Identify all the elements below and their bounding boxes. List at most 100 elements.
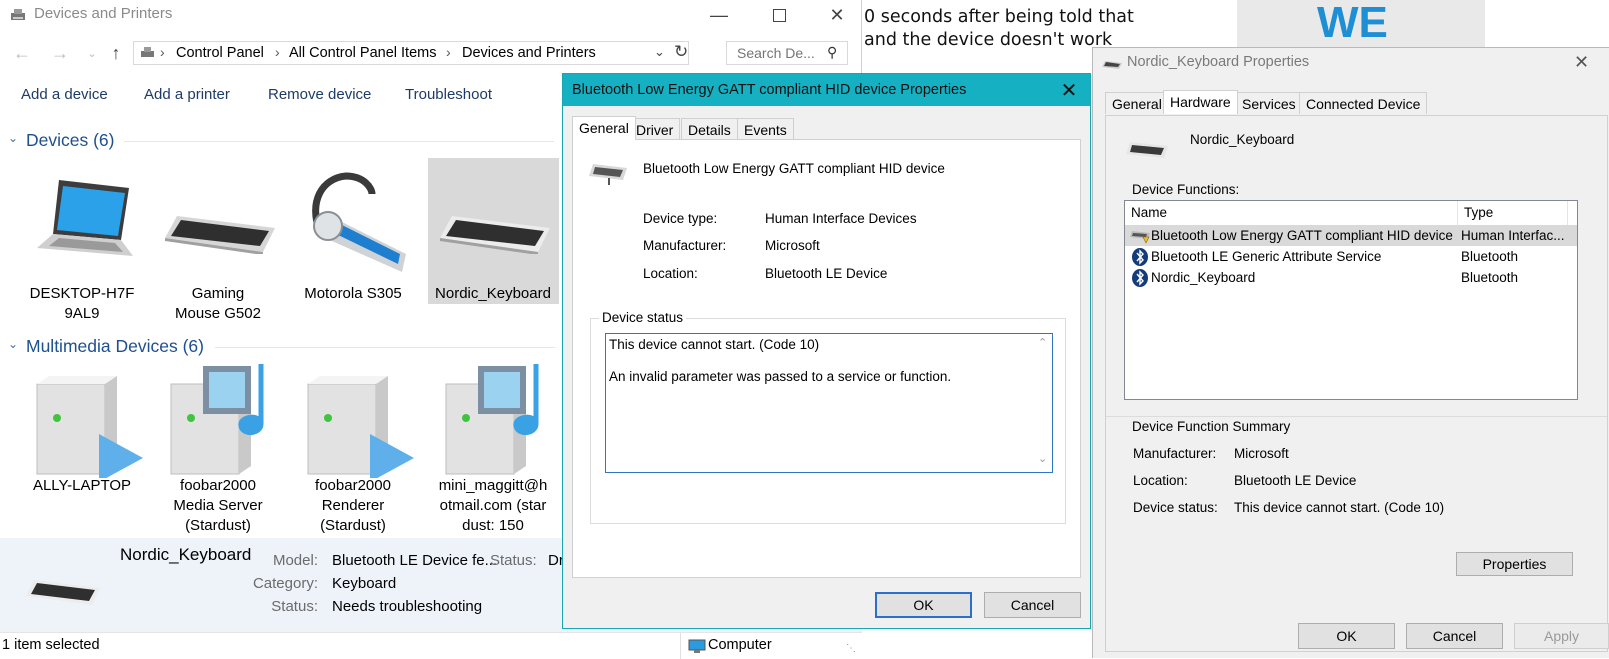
media-server-icon [445,364,539,475]
close-button[interactable]: ✕ [814,0,860,30]
search-input[interactable] [735,44,825,62]
ok-button[interactable]: OK [1298,623,1395,649]
group-heading-devices[interactable]: Devices (6) [26,130,115,151]
remove-device-button[interactable]: Remove device [268,86,371,103]
tab-details[interactable]: Details [681,118,738,140]
summary-status-value: This device cannot start. (Code 10) [1234,500,1445,515]
media-device-tile[interactable]: ALLY-LAPTOP [17,362,147,538]
cancel-button[interactable]: Cancel [1406,623,1503,649]
device-status-legend: Device status [599,310,687,325]
chevron-down-icon[interactable]: ⌄ [654,44,665,60]
device-status-textbox[interactable]: This device cannot start. (Code 10) An i… [605,333,1053,473]
list-item[interactable]: Bluetooth LE Generic Attribute Service B… [1125,246,1577,267]
keyboard-icon [26,580,100,605]
tab-driver[interactable]: Driver [629,118,681,140]
hardware-tab-panel: Nordic_Keyboard Device Functions: Name T… [1105,115,1608,652]
summary-manufacturer-label: Manufacturer: [1133,446,1217,461]
group-heading-multimedia[interactable]: Multimedia Devices (6) [26,336,204,357]
breadcrumb-control-panel[interactable]: Control Panel [176,45,264,61]
maximize-button[interactable] [756,0,802,30]
scrollbar[interactable]: ⌃ ⌄ [1035,336,1052,470]
tab-events[interactable]: Events [737,118,794,140]
status-divider [680,633,681,659]
up-button[interactable]: ↑ [104,38,128,68]
media-device-tile[interactable]: foobar2000 Renderer (Stardust) [288,362,418,538]
manufacturer-value: Microsoft [765,238,820,253]
details-model-value: Bluetooth LE Device fe... [332,552,498,569]
search-box[interactable]: ⚲ [726,41,848,65]
device-tile[interactable]: Motorola S305 [288,158,418,306]
summary-manufacturer-value: Microsoft [1234,446,1289,461]
maximize-icon [772,8,786,22]
tab-hardware[interactable]: Hardware [1163,90,1238,114]
chevron-down-icon[interactable]: ⌄ [8,337,18,351]
apply-button[interactable]: Apply [1514,623,1609,649]
location-value: Bluetooth LE Device [765,266,888,281]
properties-button[interactable]: Properties [1456,552,1573,576]
device-label: Gaming Mouse G502 [175,285,261,322]
status-bar: 1 item selected Computer ⋱ [0,632,862,659]
device-tile[interactable]: DESKTOP-H7F9AL9 [17,158,147,322]
forward-button[interactable]: → [48,38,72,68]
back-button[interactable]: ← [10,38,34,68]
computer-icon [688,639,706,657]
refresh-icon[interactable]: ↻ [674,42,688,62]
selection-count: 1 item selected [2,637,100,653]
address-bar[interactable]: › Control Panel › All Control Panel Item… [133,41,689,65]
background-banner: WE [1237,0,1485,47]
function-name: Bluetooth Low Energy GATT compliant HID … [1151,228,1453,243]
ok-button[interactable]: OK [875,592,972,618]
close-button[interactable]: ✕ [1054,76,1084,104]
title-bar[interactable]: Devices and Printers — ✕ [0,0,862,30]
device-label: ALLY-LAPTOP [32,477,132,494]
chevron-down-icon[interactable]: ⌄ [8,131,18,145]
breadcrumb-all-items[interactable]: All Control Panel Items [289,45,436,61]
device-label: foobar2000 Renderer (Stardust) [315,477,391,534]
zone-label: Computer [708,637,772,653]
scroll-up-icon[interactable]: ⌃ [1038,336,1047,349]
add-printer-button[interactable]: Add a printer [144,86,230,103]
details-category-value: Keyboard [332,575,397,592]
resize-grip-icon[interactable]: ⋱ [846,643,856,654]
recent-locations-button[interactable]: ⌄ [80,38,104,68]
breadcrumb-separator-icon: › [446,44,451,60]
gatt-properties-dialog: Bluetooth Low Energy GATT compliant HID … [562,73,1091,629]
function-type: Human Interfac... [1461,228,1565,243]
minimize-button[interactable]: — [696,0,742,30]
list-item[interactable]: Nordic_Keyboard Bluetooth [1125,267,1577,288]
device-tile-selected[interactable]: Nordic_Keyboard [428,158,559,304]
window-title: Devices and Printers [34,5,173,22]
device-tile[interactable]: Gaming Mouse G502 [153,158,283,322]
breadcrumb-devices-printers[interactable]: Devices and Printers [462,45,596,61]
tab-services[interactable]: Services [1235,92,1303,114]
tab-general[interactable]: General [1105,92,1169,114]
device-type-label: Device type: [643,211,718,226]
details-status-value: Needs troubleshooting [332,598,483,615]
media-server-icon [170,364,264,475]
tab-general[interactable]: General [572,116,636,140]
general-tab-panel: Bluetooth Low Energy GATT compliant HID … [572,139,1081,578]
add-device-button[interactable]: Add a device [21,86,108,103]
device-functions-list[interactable]: Name Type Bluetooth Low Energy GATT comp… [1124,200,1578,400]
details-status-label: Status: [271,598,318,615]
column-header-type[interactable]: Type [1458,201,1568,225]
devices-printers-icon [140,46,156,63]
details-category-label: Category: [252,575,318,592]
list-item[interactable]: Bluetooth Low Energy GATT compliant HID … [1125,225,1577,246]
close-button[interactable]: ✕ [1574,52,1589,73]
summary-location-label: Location: [1133,473,1188,488]
search-icon[interactable]: ⚲ [827,44,837,61]
bluetooth-icon [1132,248,1148,269]
cancel-button[interactable]: Cancel [984,592,1081,618]
media-device-tile[interactable]: foobar2000 Media Server (Stardust) [153,362,283,538]
dialog-title-bar[interactable]: Bluetooth Low Energy GATT compliant HID … [563,74,1090,106]
media-device-tile[interactable]: mini_maggitt@hotmail.com (stardust: 150 [428,362,558,538]
column-header-name[interactable]: Name [1125,201,1458,225]
scroll-down-icon[interactable]: ⌄ [1038,452,1047,465]
troubleshoot-button[interactable]: Troubleshoot [405,86,492,103]
function-type: Bluetooth [1461,249,1519,264]
dialog-title: Nordic_Keyboard Properties [1127,54,1310,70]
breadcrumb-separator-icon: › [160,44,165,60]
tab-connected-device[interactable]: Connected Device [1299,92,1428,114]
minimize-icon: — [710,4,728,25]
